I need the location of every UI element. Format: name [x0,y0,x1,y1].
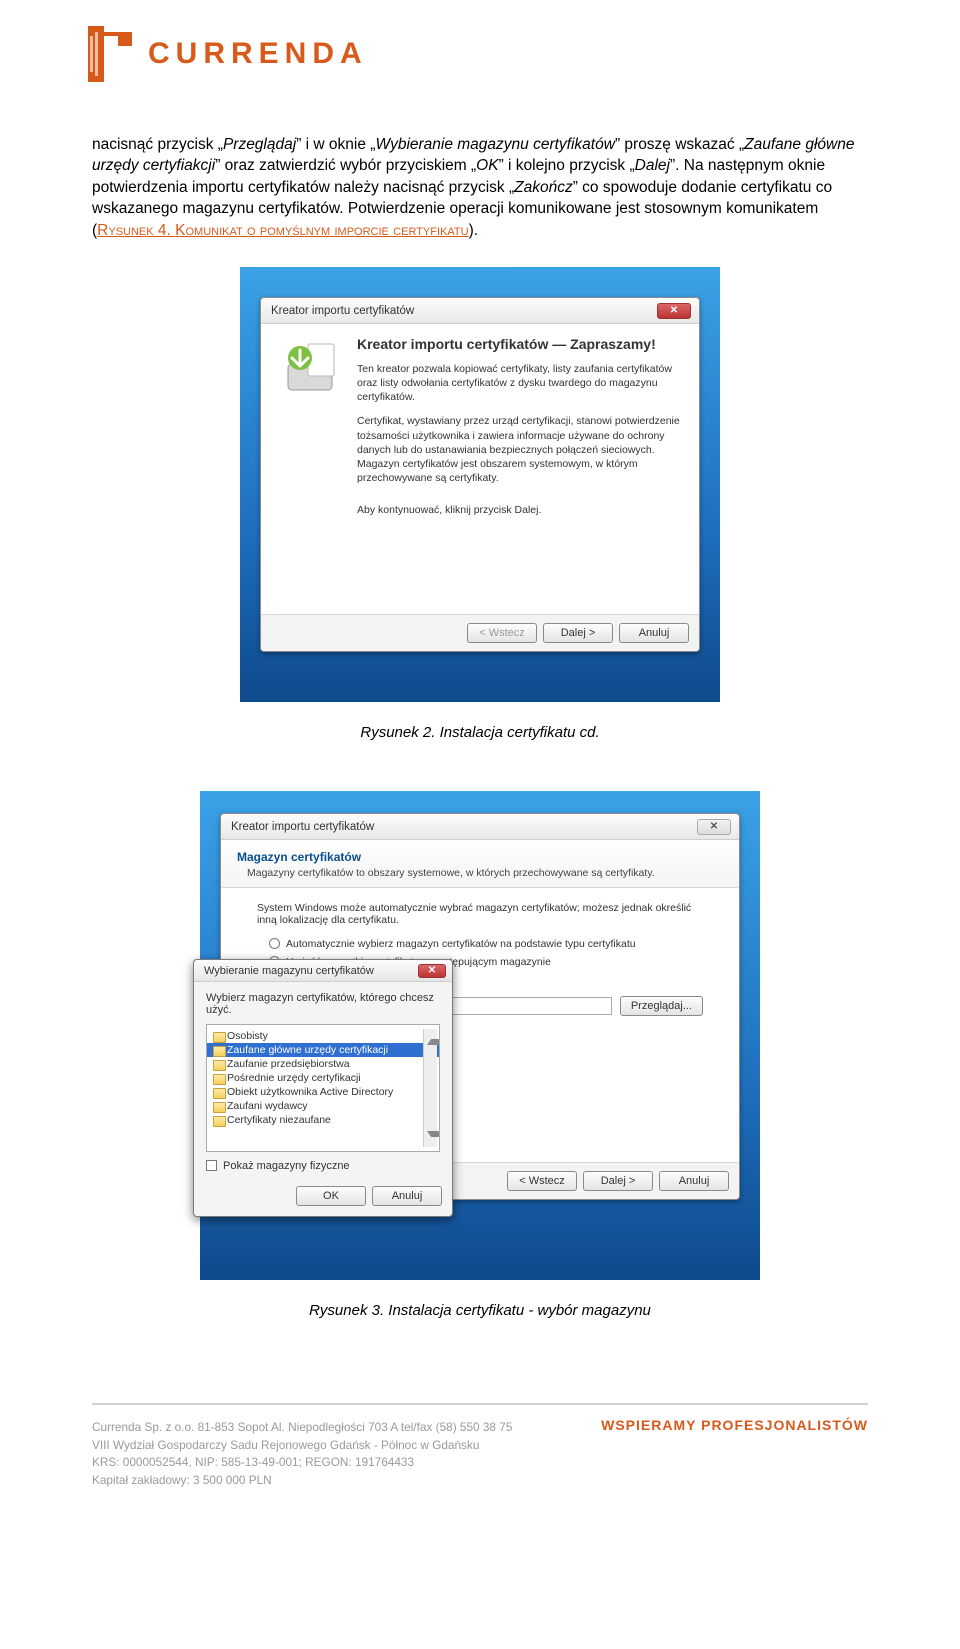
radio-label: Automatycznie wybierz magazyn certyfikat… [286,938,636,950]
tree-item[interactable]: Osobisty [207,1029,439,1043]
wizard-paragraph-1: Ten kreator pozwala kopiować certyfikaty… [357,362,685,405]
footer-line-2: VIII Wydział Gospodarczy Sadu Rejonowego… [92,1437,868,1455]
radio-icon [269,938,280,949]
select-store-dialog: Wybieranie magazynu certyfikatów ✕ Wybie… [193,959,453,1217]
browse-button[interactable]: Przeglądaj... [620,996,703,1016]
cancel-button[interactable]: Anuluj [659,1171,729,1191]
footer-line-3: KRS: 0000052544, NIP: 585-13-49-001; REG… [92,1454,868,1472]
figure-reference-link[interactable]: Rysunek 4. Komunikat o pomyślnym imporci… [97,222,468,239]
back-button: < Wstecz [467,623,537,643]
wizard-step-heading: Magazyn certyfikatów [237,850,723,864]
radio-auto-select[interactable]: Automatycznie wybierz magazyn certyfikat… [269,938,703,950]
next-button[interactable]: Dalej > [583,1171,653,1191]
close-icon[interactable]: ✕ [418,964,446,978]
screenshot-2-frame: Kreator importu certyfikatów ✕ Magazyn c… [200,791,760,1280]
tree-item[interactable]: Zaufane główne urzędy certyfikacji [207,1043,439,1057]
wizard-step-subheading: Magazyny certyfikatów to obszary systemo… [247,867,723,879]
wizard-cert-icon [275,336,345,606]
footer-tagline: WSPIERAMY PROFESJONALISTÓW [601,1417,868,1433]
next-button[interactable]: Dalej > [543,623,613,643]
cert-import-wizard-welcome: Kreator importu certyfikatów ✕ Kreator i… [260,297,700,652]
close-icon[interactable]: ✕ [697,819,731,835]
back-button[interactable]: < Wstecz [507,1171,577,1191]
instruction-paragraph: nacisnąć przycisk „Przeglądaj” i w oknie… [0,134,960,241]
tree-item[interactable]: Certyfikaty niezaufane [207,1113,439,1127]
footer-line-4: Kapitał zakładowy: 3 500 000 PLN [92,1472,868,1490]
page-footer: Currenda Sp. z o.o. 81-853 Sopot Al. Nie… [0,1383,960,1530]
close-icon[interactable]: ✕ [657,303,691,319]
screenshot-1-frame: Kreator importu certyfikatów ✕ Kreator i… [240,267,720,702]
wizard-paragraph-3: Aby kontynuować, kliknij przycisk Dalej. [357,503,685,517]
checkbox-icon [206,1160,217,1171]
tree-item[interactable]: Zaufani wydawcy [207,1099,439,1113]
checkbox-label: Pokaż magazyny fizyczne [223,1160,350,1172]
cancel-button[interactable]: Anuluj [372,1186,442,1206]
wizard-intro-text: System Windows może automatycznie wybrać… [257,902,703,926]
cert-import-wizard-store: Kreator importu certyfikatów ✕ Magazyn c… [220,813,740,1200]
store-tree[interactable]: Osobisty Zaufane główne urzędy certyfika… [206,1024,440,1152]
tree-item[interactable]: Pośrednie urzędy certyfikacji [207,1071,439,1085]
wizard-paragraph-2: Certyfikat, wystawiany przez urząd certy… [357,414,685,485]
figure-1-caption: Rysunek 2. Instalacja certyfikatu cd. [0,724,960,741]
wizard-title: Kreator importu certyfikatów [231,821,374,833]
ok-button[interactable]: OK [296,1186,366,1206]
show-physical-stores-checkbox[interactable]: Pokaż magazyny fizyczne [206,1160,440,1172]
dialog-prompt: Wybierz magazyn certyfikatów, którego ch… [206,992,440,1016]
tree-item[interactable]: Zaufanie przedsiębiorstwa [207,1057,439,1071]
tree-item[interactable]: Obiekt użytkownika Active Directory [207,1085,439,1099]
figure-2-caption: Rysunek 3. Instalacja certyfikatu - wybó… [0,1302,960,1319]
wizard-title: Kreator importu certyfikatów [271,305,414,317]
dialog-title: Wybieranie magazynu certyfikatów [204,965,374,977]
brand-header: CURRENDA [0,0,960,134]
scrollbar[interactable] [423,1029,437,1147]
brand-name: CURRENDA [148,37,368,71]
wizard-heading: Kreator importu certyfikatów — Zapraszam… [357,336,685,352]
currenda-logo-icon [88,26,134,82]
cancel-button[interactable]: Anuluj [619,623,689,643]
